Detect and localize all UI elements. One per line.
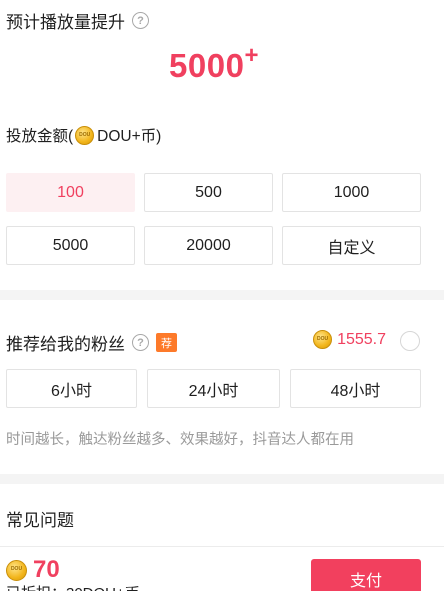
estimated-views-suffix: +: [244, 42, 259, 69]
fans-price: 1555.7: [313, 330, 386, 349]
amount-option-100[interactable]: 100: [6, 173, 135, 212]
duration-options: 6小时 24小时 48小时: [6, 369, 421, 408]
dou-coin-icon: [6, 559, 27, 581]
question-circle-icon[interactable]: ?: [132, 334, 149, 351]
total-amount-value: 70: [33, 556, 60, 583]
estimate-title: 预计播放量提升: [6, 13, 125, 32]
faq-title[interactable]: 常见问题: [6, 506, 74, 531]
dou-coin-icon: [313, 330, 333, 349]
duration-option-24h[interactable]: 24小时: [147, 369, 280, 408]
faq-divider: [0, 546, 444, 547]
amount-option-custom[interactable]: 自定义: [282, 226, 421, 265]
estimate-header: 预计播放量提升 ?: [6, 8, 149, 33]
discount-text: 已折扣：30DOU+币: [6, 582, 140, 591]
section-divider: [0, 290, 444, 300]
amount-label-currency: DOU+币): [97, 128, 162, 145]
amount-option-500[interactable]: 500: [144, 173, 273, 212]
fans-title: 推荐给我的粉丝: [6, 335, 125, 354]
dou-coin-icon: [75, 125, 95, 145]
amount-option-5000[interactable]: 5000: [6, 226, 135, 265]
estimated-views: 5000+: [0, 42, 428, 85]
total-amount: 70: [6, 556, 60, 584]
fans-option-row[interactable]: 推荐给我的粉丝 ? 荐 1555.7: [6, 330, 420, 354]
duration-hint: 时间越长，触达粉丝越多、效果越好，抖音达人都在用: [6, 432, 354, 448]
section-divider: [0, 474, 444, 484]
amount-label-prefix: 投放金额(: [6, 128, 74, 145]
question-circle-icon[interactable]: ?: [132, 12, 149, 29]
amount-label: 投放金额( DOU+币): [6, 124, 161, 146]
recommend-badge: 荐: [156, 333, 177, 352]
fans-radio[interactable]: [400, 331, 420, 351]
amount-option-1000[interactable]: 1000: [282, 173, 421, 212]
amount-option-20000[interactable]: 20000: [144, 226, 273, 265]
pay-button[interactable]: 支付: [311, 559, 421, 591]
estimated-views-value: 5000: [169, 47, 245, 84]
fans-price-value: 1555.7: [337, 330, 386, 348]
amount-options: 100 500 1000 5000 20000 自定义: [6, 173, 421, 265]
duration-option-6h[interactable]: 6小时: [6, 369, 137, 408]
duration-option-48h[interactable]: 48小时: [290, 369, 421, 408]
